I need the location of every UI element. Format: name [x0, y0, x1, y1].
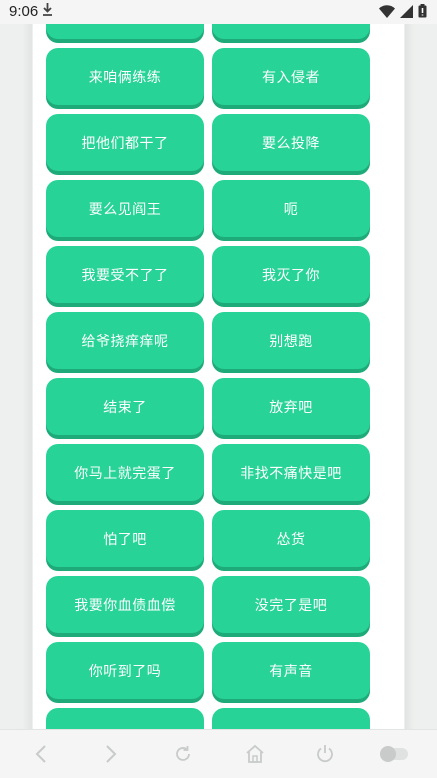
phrase-button[interactable]: 来咱俩练练	[46, 48, 204, 105]
back-icon[interactable]	[28, 742, 54, 766]
status-time: 9:06	[9, 3, 39, 20]
phrase-button[interactable]: 呃	[212, 180, 370, 237]
phrase-button[interactable]: 放弃吧	[212, 378, 370, 435]
phrase-button[interactable]: 把他们都干了	[46, 114, 204, 171]
left-margin	[0, 24, 32, 729]
phrase-button[interactable]: 非找不痛快是吧	[212, 444, 370, 501]
phrase-button[interactable]: 有声音	[212, 642, 370, 699]
phrase-button[interactable]: 结束了	[46, 378, 204, 435]
phrase-button[interactable]: 怕了吧	[46, 510, 204, 567]
phrase-button[interactable]: 我要受不了了	[46, 246, 204, 303]
phrase-button[interactable]: 要么投降	[212, 114, 370, 171]
phrase-button[interactable]: 我灭了你	[212, 246, 370, 303]
phrase-button[interactable]: 给爷挠痒痒呢	[46, 312, 204, 369]
phrase-button[interactable]: 别想跑	[212, 312, 370, 369]
toggle-icon[interactable]	[378, 742, 410, 766]
signal-icon	[400, 4, 413, 22]
phrase-button[interactable]: 有入侵者	[212, 48, 370, 105]
refresh-icon[interactable]	[170, 742, 196, 766]
forward-icon[interactable]	[98, 742, 124, 766]
phrase-button[interactable]: 要么见阎王	[46, 180, 204, 237]
right-margin	[405, 24, 437, 729]
home-icon[interactable]	[242, 742, 268, 766]
phrase-button-partial[interactable]	[46, 24, 204, 39]
phrase-button[interactable]: 你马上就完蛋了	[46, 444, 204, 501]
phrase-button[interactable]: 先确定位置	[46, 708, 204, 729]
battery-icon	[418, 4, 427, 22]
status-bar: 9:06	[0, 0, 437, 24]
download-icon	[42, 3, 53, 20]
status-icons	[379, 4, 427, 22]
phrase-button[interactable]: 怂货	[212, 510, 370, 567]
phrase-button[interactable]: 招子放亮点	[212, 708, 370, 729]
bottom-navigation-bar	[0, 729, 437, 778]
phrase-button[interactable]: 我要你血债血偿	[46, 576, 204, 633]
power-icon[interactable]	[312, 742, 338, 766]
wifi-icon	[379, 4, 395, 22]
phrase-button[interactable]: 没完了是吧	[212, 576, 370, 633]
phrase-button[interactable]: 你听到了吗	[46, 642, 204, 699]
phrase-button-partial[interactable]	[212, 24, 370, 39]
content-panel[interactable]: 来咱俩练练 有入侵者 把他们都干了 要么投降 要么见阎王呃我要受不了了 我灭了你 给爷挠痒痒…	[33, 24, 404, 729]
